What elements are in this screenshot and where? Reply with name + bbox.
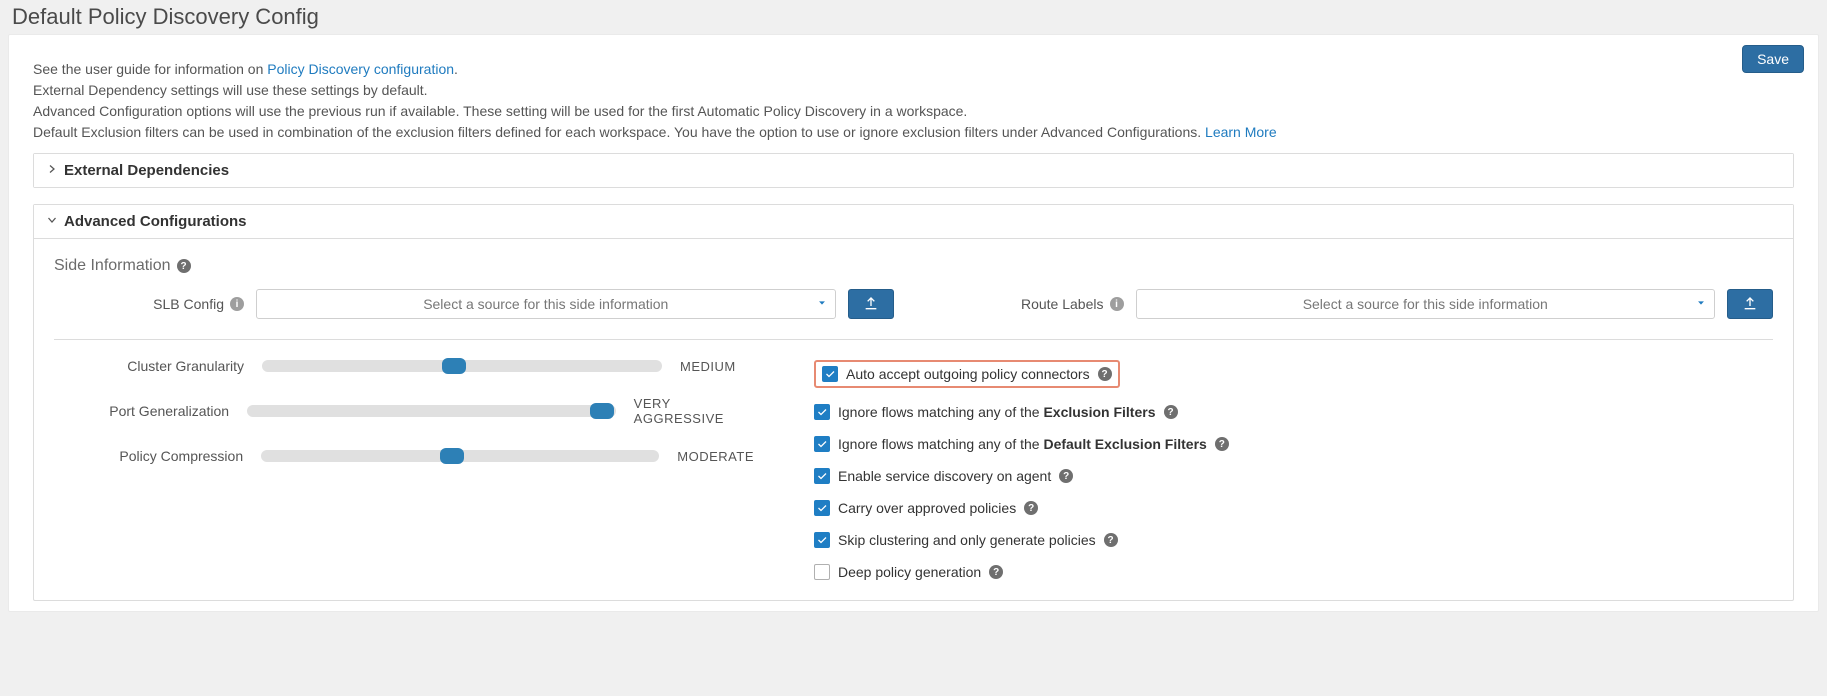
cluster-granularity-value: Medium xyxy=(680,359,736,374)
help-icon[interactable]: ? xyxy=(1024,501,1038,515)
help-icon[interactable]: ? xyxy=(177,259,191,273)
help-icon[interactable]: ? xyxy=(1215,437,1229,451)
auto-accept-checkbox[interactable] xyxy=(822,366,838,382)
carry-over-label: Carry over approved policies xyxy=(838,500,1016,516)
external-dependencies-toggle[interactable]: External Dependencies xyxy=(34,154,1793,187)
policy-compression-slider[interactable] xyxy=(261,450,659,462)
route-label-text: Route Labels xyxy=(1021,296,1104,312)
policy-compression-value: Moderate xyxy=(677,449,754,464)
route-source-select[interactable]: Select a source for this side informatio… xyxy=(1136,289,1716,319)
checkbox-column: Auto accept outgoing policy connectors ?… xyxy=(814,358,1773,596)
divider xyxy=(54,339,1773,340)
port-generalization-label: Port Generalization xyxy=(54,403,229,419)
ignore-exclusion-label: Ignore flows matching any of the Exclusi… xyxy=(838,404,1156,420)
policy-compression-label: Policy Compression xyxy=(54,448,243,464)
slb-source-select[interactable]: Select a source for this side informatio… xyxy=(256,289,836,319)
help-icon[interactable]: ? xyxy=(989,565,1003,579)
ext-dep-title: External Dependencies xyxy=(64,162,229,179)
select-placeholder: Select a source for this side informatio… xyxy=(423,296,668,312)
intro-text: Default Exclusion filters can be used in… xyxy=(33,124,1205,140)
deep-policy-checkbox[interactable] xyxy=(814,564,830,580)
slb-label-text: SLB Config xyxy=(153,296,224,312)
intro-text: Advanced Configuration options will use … xyxy=(33,101,1794,122)
ignore-default-exclusion-label: Ignore flows matching any of the Default… xyxy=(838,436,1207,452)
policy-discovery-link[interactable]: Policy Discovery configuration xyxy=(267,61,454,77)
select-placeholder: Select a source for this side informatio… xyxy=(1303,296,1548,312)
route-labels-label: Route Labels i xyxy=(934,296,1124,312)
help-icon[interactable]: ? xyxy=(1098,367,1112,381)
service-discovery-label: Enable service discovery on agent xyxy=(838,468,1051,484)
cluster-granularity-slider[interactable] xyxy=(262,360,662,372)
intro-text: See the user guide for information on xyxy=(33,61,267,77)
advanced-configurations-toggle[interactable]: Advanced Configurations xyxy=(34,205,1793,238)
port-generalization-value: Very Aggressive xyxy=(634,396,754,426)
cluster-granularity-label: Cluster Granularity xyxy=(54,358,244,374)
ignore-default-exclusion-checkbox[interactable] xyxy=(814,436,830,452)
ignore-def-pre: Ignore flows matching any of the xyxy=(838,436,1043,452)
info-icon[interactable]: i xyxy=(230,297,244,311)
side-info-label: Side Information xyxy=(54,257,171,275)
caret-down-icon xyxy=(1696,297,1706,311)
carry-over-checkbox[interactable] xyxy=(814,500,830,516)
help-icon[interactable]: ? xyxy=(1164,405,1178,419)
route-upload-button[interactable] xyxy=(1727,289,1773,319)
ignore-excl-bold: Exclusion Filters xyxy=(1043,404,1155,420)
config-card: Save See the user guide for information … xyxy=(8,34,1819,612)
help-icon[interactable]: ? xyxy=(1104,533,1118,547)
service-discovery-checkbox[interactable] xyxy=(814,468,830,484)
save-button[interactable]: Save xyxy=(1742,45,1804,73)
chevron-down-icon xyxy=(46,214,58,229)
chevron-right-icon xyxy=(46,163,58,178)
learn-more-link[interactable]: Learn More xyxy=(1205,124,1277,140)
ignore-def-bold: Default Exclusion Filters xyxy=(1043,436,1206,452)
skip-clustering-checkbox[interactable] xyxy=(814,532,830,548)
intro-text: . xyxy=(454,61,458,77)
external-dependencies-section: External Dependencies xyxy=(33,153,1794,188)
slb-upload-button[interactable] xyxy=(848,289,894,319)
auto-accept-highlight: Auto accept outgoing policy connectors ? xyxy=(814,360,1120,388)
ignore-exclusion-checkbox[interactable] xyxy=(814,404,830,420)
ignore-excl-pre: Ignore flows matching any of the xyxy=(838,404,1043,420)
port-generalization-slider[interactable] xyxy=(247,405,616,417)
deep-policy-label: Deep policy generation xyxy=(838,564,981,580)
caret-down-icon xyxy=(817,297,827,311)
help-icon[interactable]: ? xyxy=(1059,469,1073,483)
side-information-heading: Side Information ? xyxy=(54,257,1773,275)
info-icon[interactable]: i xyxy=(1110,297,1124,311)
skip-clustering-label: Skip clustering and only generate polici… xyxy=(838,532,1096,548)
intro-block: See the user guide for information on Po… xyxy=(9,35,1818,151)
intro-text: External Dependency settings will use th… xyxy=(33,80,1794,101)
sliders-column: Cluster Granularity Medium Port Generali… xyxy=(54,358,754,596)
slb-config-label: SLB Config i xyxy=(54,296,244,312)
auto-accept-label: Auto accept outgoing policy connectors xyxy=(846,366,1090,382)
advanced-configurations-section: Advanced Configurations Side Information… xyxy=(33,204,1794,601)
page-title: Default Policy Discovery Config xyxy=(12,4,1819,30)
advanced-title: Advanced Configurations xyxy=(64,213,247,230)
